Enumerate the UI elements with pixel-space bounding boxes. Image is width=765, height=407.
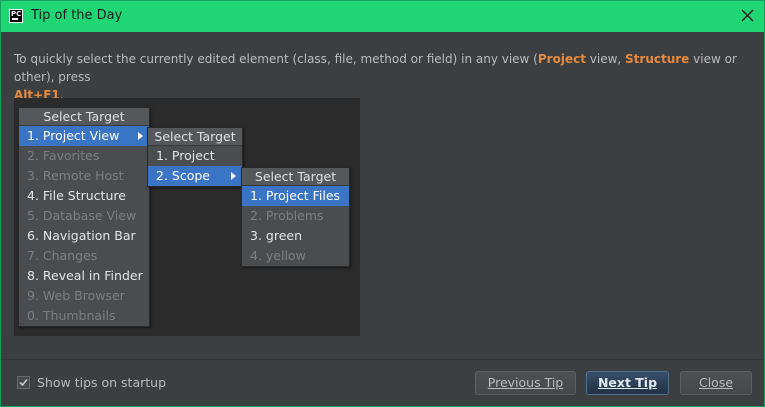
pycharm-app-icon: PC [9,9,23,23]
previous-tip-label: Previous Tip [487,375,564,390]
tip-text-part: view, [585,52,626,66]
select-target-menu-1: Select Target 1. Project View 2. Favorit… [18,107,150,327]
menu-item-problems: 2. Problems [250,208,324,223]
menu-item-favorites: 2. Favorites [27,148,100,163]
menu-item-database-view: 5. Database View [27,208,137,223]
menu-title: Select Target [242,168,349,186]
menu-item-changes: 7. Changes [27,248,98,263]
tip-illustration: Select Target 1. Project View 2. Favorit… [14,98,360,336]
menu-item-remote-host: 3. Remote Host [27,168,124,183]
tip-text: To quickly select the currently edited e… [14,50,749,104]
menu-item-file-structure: 4. File Structure [27,188,126,203]
menu-item-navigation-bar: 6. Navigation Bar [27,228,136,243]
menu-title: Select Target [19,108,149,126]
checkmark-icon [19,378,28,387]
submenu-arrow-icon [231,172,236,180]
footer-separator [1,359,764,360]
next-tip-label: Next Tip [597,375,658,390]
menu-item-green: 3. green [250,228,303,243]
select-target-menu-2: Select Target 1. Project 2. Scope [147,127,243,187]
tip-highlight-structure: Structure [625,52,690,66]
menu-item-scope: 2. Scope [148,166,242,186]
select-target-menu-3: Select Target 1. Project Files 2. Proble… [241,167,350,267]
show-tips-label[interactable]: Show tips on startup [37,375,166,390]
title-bar[interactable]: PC Tip of the Day [1,1,764,32]
menu-title: Select Target [148,128,242,146]
menu-item-thumbnails: 0. Thumbnails [27,308,116,323]
close-button[interactable]: Close [680,371,752,395]
tip-text-part: To quickly select the currently edited e… [14,52,538,66]
tip-of-the-day-dialog: PC Tip of the Day To quickly select the … [0,0,765,407]
previous-tip-button[interactable]: Previous Tip [475,371,576,395]
show-tips-checkbox[interactable] [17,376,30,389]
next-tip-button[interactable]: Next Tip [586,371,669,395]
tip-highlight-project: Project [537,52,586,66]
close-icon[interactable] [738,6,758,26]
menu-item-project-view: 1. Project View [19,126,149,146]
menu-item-project: 1. Project [156,148,215,163]
close-label: Close [698,375,734,390]
menu-item-yellow: 4. yellow [250,248,306,263]
menu-item-project-files: 1. Project Files [242,186,349,206]
menu-item-web-browser: 9. Web Browser [27,288,125,303]
app-icon-text: PC [11,10,22,18]
submenu-arrow-icon [138,132,143,140]
window-title: Tip of the Day [31,8,123,23]
menu-item-reveal-in-finder: 8. Reveal in Finder [27,268,143,283]
